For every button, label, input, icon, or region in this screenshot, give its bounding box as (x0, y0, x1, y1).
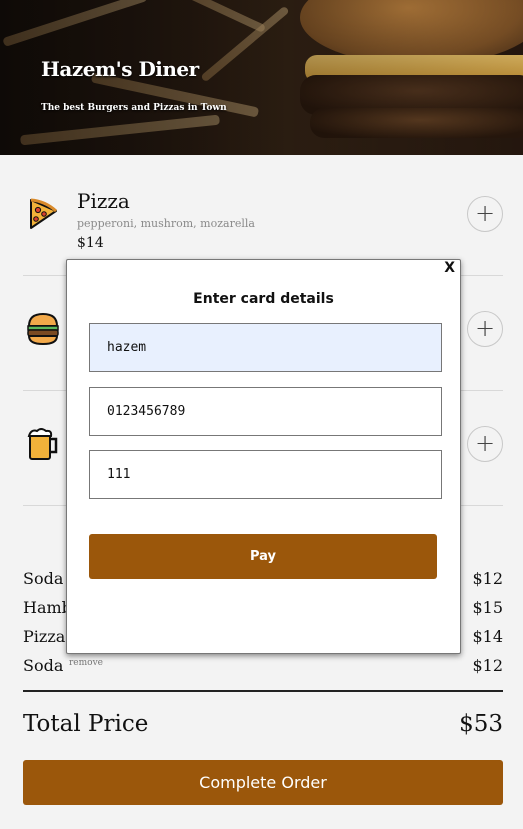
remove-item-link[interactable]: remove (69, 658, 103, 668)
menu-item-description: pepperoni, mushrom, mozarella (77, 217, 255, 230)
modal-title: Enter card details (193, 291, 334, 307)
order-item-name: Soda (23, 569, 64, 588)
order-item-price: $15 (472, 598, 503, 617)
cvv-input[interactable]: 111 (89, 450, 442, 499)
burger-icon (27, 312, 59, 346)
restaurant-title: Hazem's Diner (41, 57, 199, 81)
restaurant-tagline: The best Burgers and Pizzas in Town (41, 103, 227, 113)
card-number-input[interactable]: 0123456789 (89, 387, 442, 436)
total-divider (23, 690, 503, 692)
add-burger-button[interactable]: + (467, 311, 503, 347)
order-item-price: $14 (472, 627, 503, 646)
beer-mug-icon (27, 428, 58, 460)
pay-button[interactable]: Pay (89, 534, 437, 579)
menu-item-name: Pizza (77, 189, 130, 213)
cardholder-name-input[interactable]: hazem (89, 323, 442, 372)
order-item-name: Hamb (23, 598, 72, 617)
complete-order-button[interactable]: Complete Order (23, 760, 503, 805)
add-drink-button[interactable]: + (467, 426, 503, 462)
order-item-price: $12 (472, 656, 503, 675)
order-item-name: Soda (23, 656, 64, 675)
total-price-label: Total Price (23, 711, 149, 737)
order-item-name: Pizza (23, 627, 66, 646)
order-item-price: $12 (472, 569, 503, 588)
hero-banner: Hazem's Diner The best Burgers and Pizza… (0, 0, 523, 155)
card-details-modal: X Enter card details hazem 0123456789 11… (66, 259, 461, 654)
add-pizza-button[interactable]: + (467, 196, 503, 232)
order-row: Soda remove $12 (23, 656, 503, 678)
close-modal-button[interactable]: X (444, 260, 455, 276)
menu-item-price: $14 (77, 235, 104, 251)
pizza-icon (30, 198, 58, 229)
total-price-value: $53 (459, 711, 503, 737)
